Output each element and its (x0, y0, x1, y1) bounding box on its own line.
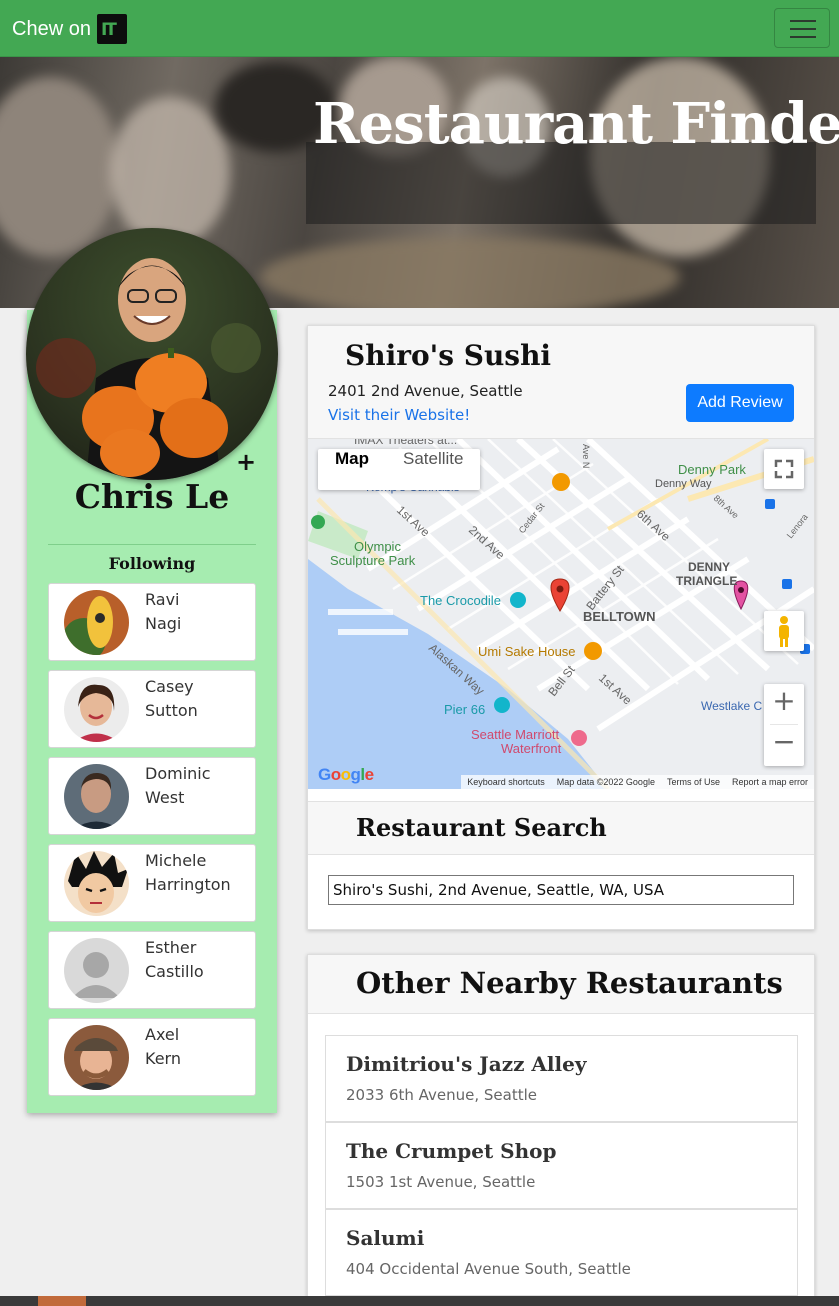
friend-card[interactable]: Casey Sutton (48, 670, 256, 748)
map-label: 1st Ave (596, 671, 635, 708)
friend-card[interactable]: Ravi Nagi (48, 583, 256, 661)
map-label: Denny Park (678, 462, 746, 477)
map-label: Ave N (581, 444, 591, 468)
friend-name: Esther Castillo (145, 938, 204, 981)
brand-link[interactable]: Chew on IT (12, 14, 127, 44)
keyboard-shortcuts-link[interactable]: Keyboard shortcuts (461, 775, 551, 789)
profile-name: Chris Le (74, 477, 230, 516)
report-error-link[interactable]: Report a map error (726, 775, 814, 789)
map-label: IMAX Theaters at... (354, 439, 457, 447)
friend-card[interactable]: Dominic West (48, 757, 256, 835)
divider (48, 544, 256, 545)
restaurant-name: Shiro's Sushi (345, 339, 552, 372)
map-label: Umi Sake House (478, 644, 576, 659)
nearby-item-address: 404 Occidental Avenue South, Seattle (346, 1260, 631, 1278)
map-label: 1st Ave (394, 503, 433, 540)
street-view-button[interactable] (764, 611, 804, 651)
google-logo: Google (318, 765, 374, 784)
page-title: Restaurant Finder (313, 91, 839, 157)
map-data-text: Map data ©2022 Google (556, 777, 655, 787)
os-taskbar (0, 1296, 839, 1306)
friend-avatar (64, 851, 129, 916)
terms-link[interactable]: Terms of Use (661, 775, 726, 789)
friend-name: Ravi Nagi (145, 590, 182, 633)
zoom-out-button[interactable]: − (764, 725, 804, 765)
nearby-restaurants-card: Other Nearby Restaurants Dimitriou's Jaz… (307, 954, 815, 1306)
map-type-map-button[interactable]: Map (318, 449, 386, 490)
add-review-button[interactable]: Add Review (686, 384, 794, 422)
map-type-control: Map Satellite (318, 449, 481, 490)
friend-card[interactable]: Michele Harrington (48, 844, 256, 922)
navbar: Chew on IT (0, 0, 839, 57)
nearby-item-address: 1503 1st Avenue, Seattle (346, 1173, 536, 1191)
map-label: Denny Way (655, 478, 712, 490)
map-label: Seattle Marriott (471, 727, 560, 742)
map-type-satellite-button[interactable]: Satellite (386, 449, 480, 490)
friend-avatar (64, 677, 129, 742)
friend-name: Axel Kern (145, 1025, 181, 1068)
map-label: Lenora (785, 512, 810, 540)
restaurant-card: Shiro's Sushi 2401 2nd Avenue, Seattle V… (307, 325, 815, 930)
nearby-item[interactable]: Dimitriou's Jazz Alley 2033 6th Avenue, … (325, 1035, 798, 1122)
friend-name: Dominic West (145, 764, 211, 807)
zoom-control: + − (764, 684, 804, 766)
fullscreen-button[interactable] (764, 449, 804, 489)
search-title: Restaurant Search (356, 813, 607, 842)
menu-toggle-button[interactable] (774, 8, 830, 48)
nearby-item[interactable]: Salumi 404 Occidental Avenue South, Seat… (325, 1209, 798, 1296)
profile-avatar (26, 228, 278, 480)
nearby-header: Other Nearby Restaurants (308, 955, 814, 1014)
map-label: Sculpture Park (330, 553, 416, 568)
friend-avatar (64, 590, 129, 655)
restaurant-address: 2401 2nd Avenue, Seattle (328, 382, 523, 400)
friend-avatar (64, 938, 129, 1003)
map-label: Waterfront (501, 741, 562, 756)
fullscreen-icon (774, 459, 794, 479)
friend-card[interactable]: Axel Kern (48, 1018, 256, 1096)
search-header: Restaurant Search (308, 801, 814, 855)
brand-text: Chew on (12, 17, 91, 40)
friend-avatar (64, 1025, 129, 1090)
map-footer: Keyboard shortcuts Map data ©2022 Google… (461, 775, 814, 789)
nearby-item-name: Salumi (346, 1226, 425, 1250)
brand-logo: IT (96, 14, 127, 44)
zoom-in-button[interactable]: + (764, 684, 804, 724)
pegman-icon (779, 616, 789, 647)
map-label: 2nd Ave (466, 523, 508, 562)
map-label: Olympic (354, 539, 401, 554)
map-label: Westlake C (701, 699, 762, 713)
map-label: 8th Ave (712, 493, 741, 520)
nearby-title: Other Nearby Restaurants (356, 966, 783, 1000)
nearby-item-name: Dimitriou's Jazz Alley (346, 1052, 587, 1076)
friend-name: Casey Sutton (145, 677, 198, 720)
restaurant-header: Shiro's Sushi 2401 2nd Avenue, Seattle V… (308, 326, 814, 439)
friend-avatar (64, 764, 129, 829)
nearby-item-address: 2033 6th Avenue, Seattle (346, 1086, 538, 1104)
nearby-item[interactable]: The Crumpet Shop 1503 1st Avenue, Seattl… (325, 1122, 798, 1209)
map-label: DENNY (688, 560, 730, 574)
following-heading: Following (108, 554, 196, 573)
map-label: Pier 66 (444, 702, 485, 717)
map-label: TRIANGLE (676, 574, 737, 588)
follow-plus-icon[interactable]: + (236, 448, 256, 476)
map-label: The Crocodile (420, 593, 501, 608)
nearby-item-name: The Crumpet Shop (346, 1139, 557, 1163)
hamburger-icon (790, 20, 816, 22)
friend-card[interactable]: Esther Castillo (48, 931, 256, 1009)
friend-name: Michele Harrington (145, 851, 231, 894)
restaurant-search-input[interactable]: Shiro's Sushi, 2nd Avenue, Seattle, WA, … (328, 875, 794, 905)
website-link[interactable]: Visit their Website! (328, 406, 470, 424)
map[interactable]: IMAX Theaters at... Kemp's Cannabis Denn… (308, 439, 814, 789)
